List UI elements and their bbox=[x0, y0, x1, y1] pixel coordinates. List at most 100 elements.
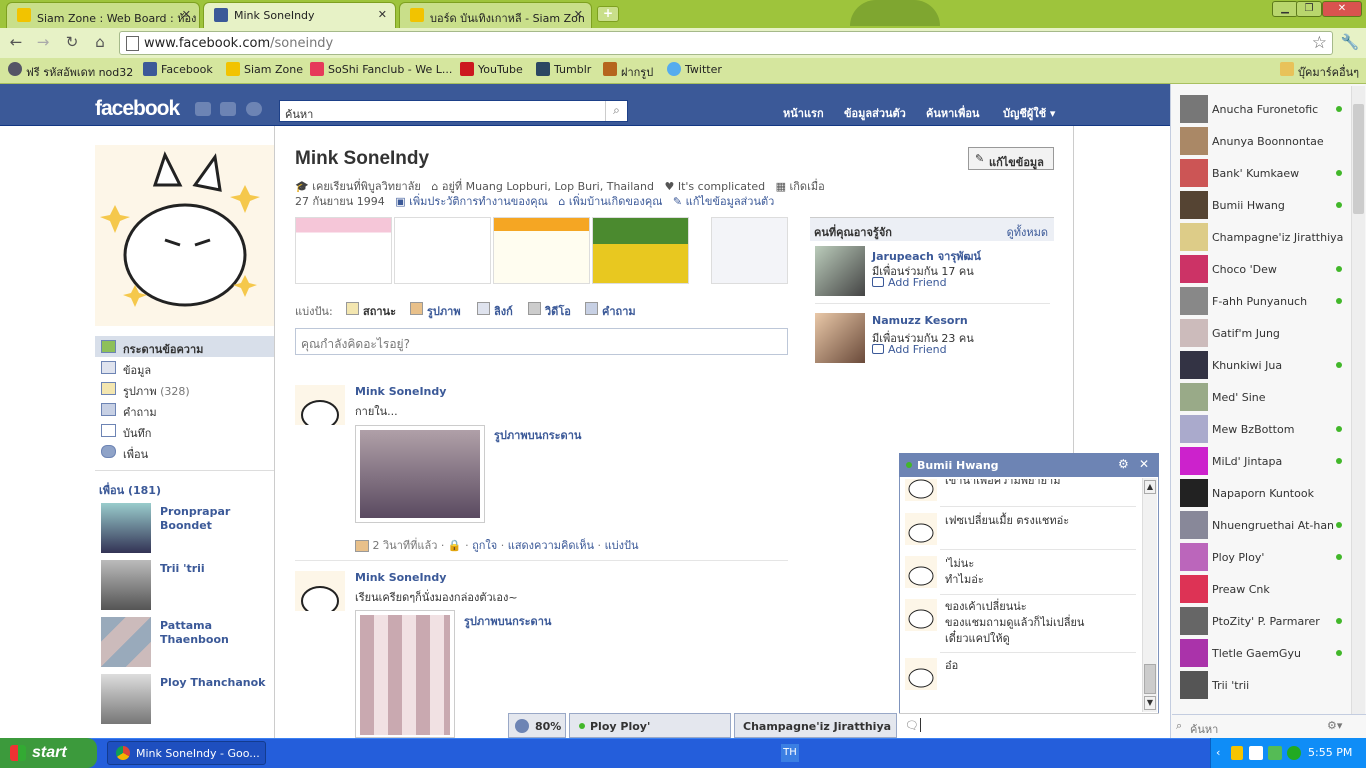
minimize-button[interactable]: ▁ bbox=[1272, 1, 1298, 17]
bookmark-item[interactable]: YouTube bbox=[460, 62, 523, 76]
comment-link[interactable]: แสดงความคิดเห็น bbox=[508, 539, 594, 552]
home-icon[interactable]: ⌂ bbox=[90, 33, 110, 53]
chat-dock-tab[interactable]: Champagne'iz Jiratthiya bbox=[734, 713, 897, 738]
start-button[interactable]: start bbox=[0, 738, 97, 768]
browser-tab-active[interactable]: Mink SoneIndy ✕ bbox=[203, 2, 396, 29]
chat-contact[interactable]: Tletle GaemGyu bbox=[1180, 639, 1348, 667]
add-hometown-link[interactable]: เพิ่มบ้านเกิดของคุณ bbox=[569, 195, 663, 208]
bookmark-item[interactable]: Siam Zone bbox=[226, 62, 303, 76]
attachment-album-link[interactable]: รูปภาพบนกระดาน bbox=[494, 426, 581, 444]
friend-photo[interactable] bbox=[101, 503, 151, 553]
network-icon[interactable] bbox=[1249, 746, 1263, 760]
friend-cell[interactable]: Pattama Thaenboon bbox=[101, 617, 271, 669]
story-author[interactable]: Mink SoneIndy bbox=[355, 571, 446, 584]
edit-info-link[interactable]: แก้ไขข้อมูลส่วนตัว bbox=[686, 195, 775, 208]
friend-photo[interactable] bbox=[101, 674, 151, 724]
emoticon-icon[interactable]: 🗨 bbox=[905, 719, 919, 732]
nav-account[interactable]: บัญชีผู้ใช้ ▾ bbox=[1003, 104, 1055, 122]
friend-name[interactable]: Trii 'trii bbox=[160, 562, 270, 576]
chat-search-input[interactable]: ⌕ ค้นหา ⚙▾ bbox=[1172, 714, 1366, 738]
chat-contact[interactable]: Napaporn Kuntook bbox=[1180, 479, 1348, 507]
chat-contact[interactable]: PtoZity' P. Parmarer bbox=[1180, 607, 1348, 635]
address-bar[interactable]: www.facebook.com/soneindy ☆ bbox=[119, 31, 1333, 55]
left-nav-wall[interactable]: กระดานข้อความ bbox=[101, 340, 203, 358]
bookmark-item[interactable]: Facebook bbox=[143, 62, 213, 76]
photo-thumbnail[interactable] bbox=[592, 217, 689, 284]
new-tab-button[interactable]: + bbox=[597, 6, 619, 22]
photo-thumbnail[interactable] bbox=[711, 217, 788, 284]
photo-thumbnail[interactable] bbox=[493, 217, 590, 284]
chat-scrollbar[interactable]: ▲ ▼ bbox=[1142, 478, 1157, 712]
friend-name[interactable]: Pattama Thaenboon bbox=[160, 619, 270, 647]
chat-message-input[interactable]: 🗨 bbox=[899, 713, 1159, 738]
pymk-name[interactable]: Namuzz Kesorn bbox=[872, 314, 968, 327]
fb-search-input[interactable]: ค้นหา ⌕ bbox=[279, 100, 628, 122]
share-question-tab[interactable]: คำถาม bbox=[585, 302, 636, 320]
attachment-album-link[interactable]: รูปภาพบนกระดาน bbox=[464, 612, 551, 630]
tray-app-icon[interactable] bbox=[1287, 746, 1301, 760]
messages-icon[interactable] bbox=[220, 102, 236, 116]
chat-contact[interactable]: Khunkiwi Jua bbox=[1180, 351, 1348, 379]
back-icon[interactable]: ← bbox=[6, 33, 26, 53]
volume-icon[interactable] bbox=[1268, 746, 1282, 760]
bookmark-item[interactable]: ฟรี รหัสอัพเดท nod32 bbox=[8, 62, 133, 81]
notifications-icon[interactable] bbox=[246, 102, 262, 116]
taskbar-app-button[interactable]: Mink SoneIndy - Goo... bbox=[107, 741, 266, 765]
close-icon[interactable]: ✕ bbox=[378, 8, 387, 21]
add-friend-button[interactable]: Add Friend bbox=[872, 276, 947, 289]
chat-contact[interactable]: Med' Sine bbox=[1180, 383, 1348, 411]
profile-picture[interactable] bbox=[95, 145, 274, 326]
browser-tab[interactable]: บอร์ด บันเทิงเกาหลี - Siam Zon ✕ bbox=[399, 2, 592, 28]
left-nav-notes[interactable]: บันทึก bbox=[101, 424, 151, 442]
share-photo-tab[interactable]: รูปภาพ bbox=[410, 302, 461, 320]
story-avatar[interactable] bbox=[295, 571, 345, 611]
left-nav-friends[interactable]: เพื่อน bbox=[101, 445, 148, 463]
friend-cell[interactable]: Pronprapar Boondet bbox=[101, 503, 271, 555]
star-icon[interactable]: ☆ bbox=[1312, 33, 1327, 53]
share-link-tab[interactable]: ลิงก์ bbox=[477, 302, 513, 320]
share-video-tab[interactable]: วิดีโอ bbox=[528, 302, 571, 320]
chat-contact[interactable]: Preaw Cnk bbox=[1180, 575, 1348, 603]
photo-thumbnail[interactable] bbox=[295, 217, 392, 284]
chat-contact[interactable]: Ploy Ploy' bbox=[1180, 543, 1348, 571]
reload-icon[interactable]: ↻ bbox=[62, 33, 82, 53]
story-avatar[interactable] bbox=[295, 385, 345, 425]
bookmark-item[interactable]: Twitter bbox=[667, 62, 722, 76]
chat-contact[interactable]: Bumii Hwang bbox=[1180, 191, 1348, 219]
chat-contact[interactable]: Choco 'Dew bbox=[1180, 255, 1348, 283]
left-nav-photos[interactable]: รูปภาพ (328) bbox=[101, 382, 190, 400]
friend-name[interactable]: Ploy Thanchanok bbox=[160, 676, 270, 690]
friend-requests-icon[interactable] bbox=[195, 102, 211, 116]
chat-contact[interactable]: Anunya Boonnontae bbox=[1180, 127, 1348, 155]
close-window-button[interactable]: ✕ bbox=[1322, 1, 1362, 17]
friend-photo[interactable] bbox=[101, 560, 151, 610]
add-friend-button[interactable]: Add Friend bbox=[872, 343, 947, 356]
friends-heading[interactable]: เพื่อน (181) bbox=[99, 481, 161, 499]
chat-contact[interactable]: F-ahh Punyanuch bbox=[1180, 287, 1348, 315]
friend-cell[interactable]: Ploy Thanchanok bbox=[101, 674, 271, 726]
chat-contact[interactable]: Nhuengruethai At-han bbox=[1180, 511, 1348, 539]
friend-cell[interactable]: Trii 'trii bbox=[101, 560, 271, 612]
gear-icon[interactable]: ⚙ bbox=[1118, 457, 1129, 471]
shield-icon[interactable] bbox=[1231, 746, 1243, 760]
nav-find-friends[interactable]: ค้นหาเพื่อน bbox=[926, 104, 979, 122]
chevron-left-icon[interactable]: ‹ bbox=[1216, 746, 1220, 759]
chat-contact[interactable]: Champagne'iz Jiratthiya bbox=[1180, 223, 1348, 251]
left-nav-info[interactable]: ข้อมูล bbox=[101, 361, 151, 379]
pymk-see-all-link[interactable]: ดูทั้งหมด bbox=[1007, 223, 1048, 241]
other-bookmarks[interactable]: บุ๊คมาร์คอื่นๆ bbox=[1280, 62, 1359, 81]
like-link[interactable]: ถูกใจ bbox=[472, 539, 497, 552]
friend-photo[interactable] bbox=[101, 617, 151, 667]
language-indicator[interactable]: TH bbox=[781, 744, 799, 762]
search-icon[interactable]: ⌕ bbox=[605, 101, 627, 121]
chat-online-toggle[interactable]: 80% bbox=[508, 713, 566, 738]
friend-name[interactable]: Pronprapar Boondet bbox=[160, 505, 270, 533]
left-nav-questions[interactable]: คำถาม bbox=[101, 403, 157, 421]
chat-contact[interactable]: MiLd' Jintapa bbox=[1180, 447, 1348, 475]
gear-icon[interactable]: ⚙▾ bbox=[1327, 719, 1342, 732]
chat-window-title[interactable]: Bumii Hwang ⚙ ✕ bbox=[899, 453, 1159, 477]
story-time[interactable]: 2 วินาทีที่แล้ว bbox=[373, 539, 438, 552]
story-author[interactable]: Mink SoneIndy bbox=[355, 385, 446, 398]
nav-home[interactable]: หน้าแรก bbox=[783, 104, 824, 122]
close-icon[interactable]: ✕ bbox=[574, 8, 583, 21]
